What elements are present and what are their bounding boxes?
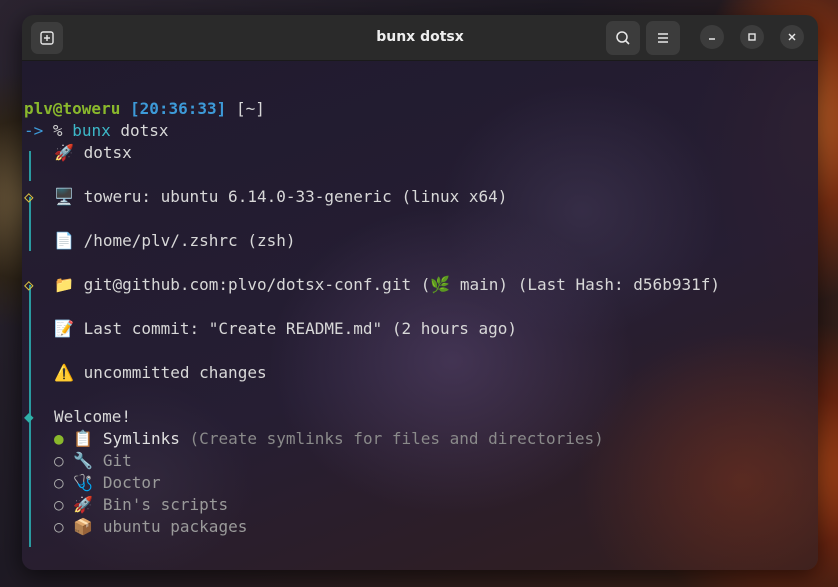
warning-icon: ⚠️ xyxy=(54,363,74,382)
prompt-line: plv@toweru [20:36:33] [~] xyxy=(24,98,265,120)
option-label: Bin's scripts xyxy=(102,495,229,514)
rocket-icon: 🚀 xyxy=(54,143,74,162)
terminal-window: bunx dotsx plv@toweru [20:36:33] [~] -> … xyxy=(22,15,818,570)
title-bar: bunx dotsx xyxy=(22,15,818,61)
wrench-icon: 🔧 xyxy=(73,451,94,470)
repo-url: git@github.com:plvo/dotsx-conf.git ( xyxy=(83,275,431,294)
close-icon xyxy=(788,33,796,41)
repo-line: ◇ 📁 git@github.com:plvo/dotsx-conf.git (🌿… xyxy=(24,274,720,296)
welcome-text: Welcome! xyxy=(54,407,132,426)
prompt-symbol: % xyxy=(52,121,63,140)
hamburger-menu-button[interactable] xyxy=(646,21,680,55)
option-label: Symlinks xyxy=(102,429,180,448)
option-hint: (Create symlinks for files and directori… xyxy=(189,429,604,448)
desktop-computer-icon: 🖥️ xyxy=(54,187,74,206)
new-tab-icon xyxy=(40,31,54,45)
menu-option[interactable]: ○ 🔧 Git xyxy=(54,450,132,472)
diamond-hollow-icon: ◇ xyxy=(24,275,34,294)
terminal-output[interactable]: plv@toweru [20:36:33] [~] -> % bunx dots… xyxy=(22,61,818,570)
app-name: dotsx xyxy=(83,143,132,162)
command-line: -> % bunx dotsx xyxy=(24,120,169,142)
system-info: toweru: ubuntu 6.14.0-33-generic (linux … xyxy=(83,187,508,206)
rail-segment xyxy=(29,151,31,181)
shell-line: 📄 /home/plv/.zshrc (zsh) xyxy=(54,230,295,252)
minimize-button[interactable] xyxy=(700,25,724,49)
app-name-line: 🚀 dotsx xyxy=(54,142,132,164)
warning-line: ⚠️ uncommitted changes xyxy=(54,362,267,384)
radio-unselected-icon: ○ xyxy=(54,451,64,470)
prompt-arrow: -> xyxy=(24,121,44,140)
system-line: ◇ 🖥️ toweru: ubuntu 6.14.0-33-generic (li… xyxy=(24,186,507,208)
menu-option[interactable]: ○ 📦 ubuntu packages xyxy=(54,516,247,538)
diamond-filled-icon: ◆ xyxy=(24,407,34,426)
radio-unselected-icon: ○ xyxy=(54,517,64,536)
commit-line: 📝 Last commit: "Create README.md" (2 hou… xyxy=(54,318,517,340)
menu-option[interactable]: ● 📋 Symlinks (Create symlinks for files … xyxy=(54,428,604,450)
maximize-icon xyxy=(748,33,756,41)
folder-icon: 📁 xyxy=(54,275,74,294)
close-button[interactable] xyxy=(780,25,804,49)
command-name: bunx xyxy=(72,121,111,140)
menu-option[interactable]: ○ 🩺 Doctor xyxy=(54,472,161,494)
radio-unselected-icon: ○ xyxy=(54,473,64,492)
hamburger-icon xyxy=(658,33,668,43)
prompt-dir: [~] xyxy=(235,99,265,118)
clipboard-icon: 📋 xyxy=(73,429,94,448)
branch-icon: 🌿 xyxy=(430,275,451,294)
new-tab-button[interactable] xyxy=(31,22,63,54)
prompt-time: [20:36:33] xyxy=(129,99,227,118)
rail-segment xyxy=(29,285,31,415)
shell-config: /home/plv/.zshrc (zsh) xyxy=(83,231,296,250)
menu-option[interactable]: ○ 🚀 Bin's scripts xyxy=(54,494,228,516)
search-button[interactable] xyxy=(606,21,640,55)
rail-segment xyxy=(29,417,31,547)
stethoscope-icon: 🩺 xyxy=(73,473,94,492)
window-title: bunx dotsx xyxy=(376,29,464,45)
maximize-button[interactable] xyxy=(740,25,764,49)
radio-unselected-icon: ○ xyxy=(54,495,64,514)
option-label: Doctor xyxy=(102,473,161,492)
option-label: Git xyxy=(102,451,132,470)
option-label: ubuntu packages xyxy=(102,517,248,536)
document-icon: 📄 xyxy=(54,231,74,250)
repo-branch-hash: main) (Last Hash: d56b931f) xyxy=(450,275,720,294)
diamond-hollow-icon: ◇ xyxy=(24,187,34,206)
search-icon xyxy=(616,31,630,45)
command-arg: dotsx xyxy=(120,121,169,140)
rocket-icon: 🚀 xyxy=(73,495,94,514)
welcome-line: ◆ Welcome! xyxy=(24,406,131,428)
minimize-icon xyxy=(709,38,715,40)
last-commit: Last commit: "Create README.md" (2 hours… xyxy=(83,319,518,338)
radio-selected-icon: ● xyxy=(54,429,64,448)
memo-icon: 📝 xyxy=(54,319,74,338)
warning-text: uncommitted changes xyxy=(83,363,267,382)
prompt-user: plv@toweru xyxy=(24,99,121,118)
package-icon: 📦 xyxy=(73,517,94,536)
